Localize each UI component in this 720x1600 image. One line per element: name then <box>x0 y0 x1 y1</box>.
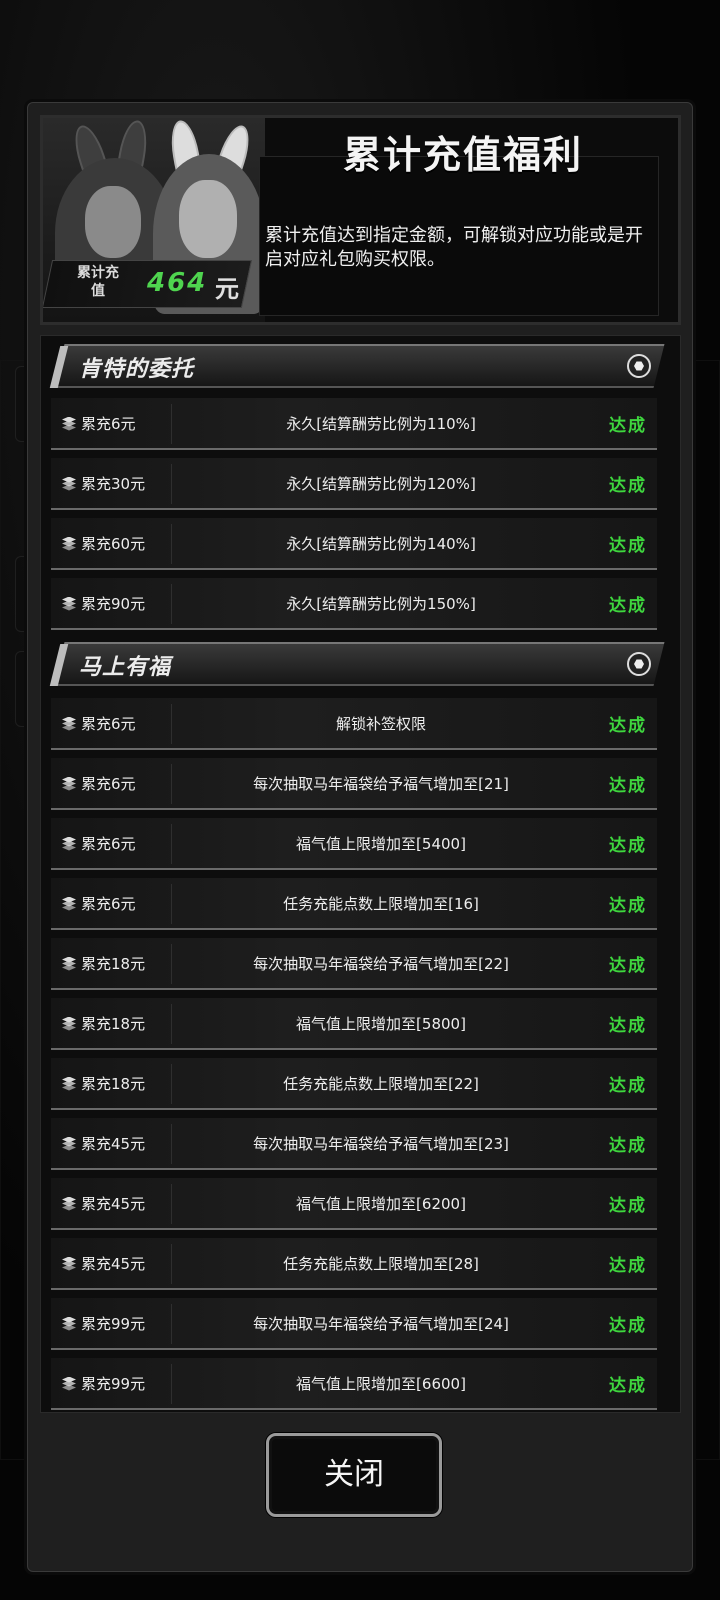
reward-text: 福气值上限增加至[6600] <box>296 1375 466 1393</box>
reward-list[interactable]: 肯特的委托 累充6元 永久[结算酬劳比例为110%] 达成 累充30元 永久[结… <box>40 335 681 1413</box>
stack-icon <box>61 836 77 851</box>
stack-icon <box>61 776 77 791</box>
status-badge: 达成 <box>609 536 647 556</box>
dialog-description: 累计充值达到指定金额，可解锁对应功能或是开启对应礼包购买权限。 <box>265 225 643 270</box>
reward-text: 每次抽取马年福袋给予福气增加至[21] <box>253 775 509 793</box>
stack-icon <box>61 1316 77 1331</box>
requirement-text: 累充30元 <box>81 475 146 493</box>
reward-text: 福气值上限增加至[5800] <box>296 1015 466 1033</box>
stack-icon <box>61 1256 77 1271</box>
reward-row: 累充45元 每次抽取马年福袋给予福气增加至[23] 达成 <box>51 1118 657 1170</box>
status-badge: 达成 <box>609 1376 647 1396</box>
status-badge: 达成 <box>609 956 647 976</box>
stack-icon <box>61 596 77 611</box>
recharge-welfare-dialog: 累计充值 464 元 累计充值福利 累计充值达到指定金额，可解锁对应功能或是开启… <box>27 102 693 1572</box>
reward-row: 累充99元 福气值上限增加至[6600] 达成 <box>51 1358 657 1410</box>
section-title: 马上有福 <box>79 655 172 680</box>
requirement-text: 累充18元 <box>81 955 146 973</box>
status-badge: 达成 <box>609 1136 647 1156</box>
stack-icon <box>61 1016 77 1031</box>
reward-row: 累充18元 福气值上限增加至[5800] 达成 <box>51 998 657 1050</box>
reward-row: 累充30元 永久[结算酬劳比例为120%] 达成 <box>51 458 657 510</box>
dialog-header: 累计充值 464 元 累计充值福利 累计充值达到指定金额，可解锁对应功能或是开启… <box>40 115 681 325</box>
stack-icon <box>61 1376 77 1391</box>
reward-row: 累充6元 解锁补签权限 达成 <box>51 698 657 750</box>
reward-text: 任务充能点数上限增加至[22] <box>283 1075 479 1093</box>
requirement-text: 累充45元 <box>81 1135 146 1153</box>
status-badge: 达成 <box>609 716 647 736</box>
reward-text: 任务充能点数上限增加至[16] <box>283 895 479 913</box>
stack-icon <box>61 716 77 731</box>
section-title: 肯特的委托 <box>79 357 195 382</box>
stack-icon <box>61 1136 77 1151</box>
status-badge: 达成 <box>609 1196 647 1216</box>
status-badge: 达成 <box>609 1016 647 1036</box>
requirement-text: 累充45元 <box>81 1255 146 1273</box>
reward-text: 永久[结算酬劳比例为110%] <box>286 415 476 433</box>
reward-text: 永久[结算酬劳比例为140%] <box>286 535 476 553</box>
reward-row: 累充6元 每次抽取马年福袋给予福气增加至[21] 达成 <box>51 758 657 810</box>
reward-text: 福气值上限增加至[6200] <box>296 1195 466 1213</box>
reward-text: 永久[结算酬劳比例为150%] <box>286 595 476 613</box>
stack-icon <box>61 956 77 971</box>
stack-icon <box>61 476 77 491</box>
reward-row: 累充18元 每次抽取马年福袋给予福气增加至[22] 达成 <box>51 938 657 990</box>
dialog-title: 累计充值福利 <box>342 133 583 177</box>
status-badge: 达成 <box>609 476 647 496</box>
requirement-text: 累充6元 <box>81 895 136 913</box>
requirement-text: 累充90元 <box>81 595 146 613</box>
requirement-text: 累充18元 <box>81 1075 146 1093</box>
status-badge: 达成 <box>609 596 647 616</box>
reward-text: 解锁补签权限 <box>335 715 426 733</box>
total-recharge-value: 464 <box>147 268 208 298</box>
reward-row: 累充6元 任务充能点数上限增加至[16] 达成 <box>51 878 657 930</box>
stack-icon <box>61 536 77 551</box>
reward-row: 累充99元 每次抽取马年福袋给予福气增加至[24] 达成 <box>51 1298 657 1350</box>
requirement-text: 累充6元 <box>81 835 136 853</box>
requirement-text: 累充60元 <box>81 535 146 553</box>
stack-icon <box>61 896 77 911</box>
reward-row: 累充18元 任务充能点数上限增加至[22] 达成 <box>51 1058 657 1110</box>
reward-row: 累充6元 永久[结算酬劳比例为110%] 达成 <box>51 398 657 450</box>
reward-row: 累充60元 永久[结算酬劳比例为140%] 达成 <box>51 518 657 570</box>
stack-icon <box>61 1196 77 1211</box>
reward-text: 每次抽取马年福袋给予福气增加至[23] <box>253 1135 509 1153</box>
stack-icon <box>61 416 77 431</box>
requirement-text: 累充6元 <box>81 415 136 433</box>
reward-text: 福气值上限增加至[5400] <box>296 835 466 853</box>
section-header: 肯特的委托 <box>49 344 669 390</box>
reward-text: 每次抽取马年福袋给予福气增加至[24] <box>253 1315 509 1333</box>
status-badge: 达成 <box>609 416 647 436</box>
requirement-text: 累充45元 <box>81 1195 146 1213</box>
reward-text: 任务充能点数上限增加至[28] <box>283 1255 479 1273</box>
status-badge: 达成 <box>609 1076 647 1096</box>
total-recharge-unit: 元 <box>215 275 239 303</box>
requirement-text: 累充6元 <box>81 775 136 793</box>
status-badge: 达成 <box>609 1316 647 1336</box>
requirement-text: 累充99元 <box>81 1375 146 1393</box>
stack-icon <box>61 1076 77 1091</box>
reward-text: 永久[结算酬劳比例为120%] <box>286 475 476 493</box>
status-badge: 达成 <box>609 776 647 796</box>
hexagon-icon <box>627 652 651 676</box>
reward-row: 累充45元 福气值上限增加至[6200] 达成 <box>51 1178 657 1230</box>
close-button[interactable]: 关闭 <box>266 1433 442 1517</box>
section-header: 马上有福 <box>49 642 669 688</box>
requirement-text: 累充6元 <box>81 715 136 733</box>
reward-row: 累充6元 福气值上限增加至[5400] 达成 <box>51 818 657 870</box>
reward-row: 累充90元 永久[结算酬劳比例为150%] 达成 <box>51 578 657 630</box>
reward-text: 每次抽取马年福袋给予福气增加至[22] <box>253 955 509 973</box>
reward-row: 累充45元 任务充能点数上限增加至[28] 达成 <box>51 1238 657 1290</box>
status-badge: 达成 <box>609 896 647 916</box>
status-badge: 达成 <box>609 1256 647 1276</box>
requirement-text: 累充18元 <box>81 1015 146 1033</box>
status-badge: 达成 <box>609 836 647 856</box>
total-recharge-label: 累计充值 <box>77 265 119 299</box>
requirement-text: 累充99元 <box>81 1315 146 1333</box>
hexagon-icon <box>627 354 651 378</box>
